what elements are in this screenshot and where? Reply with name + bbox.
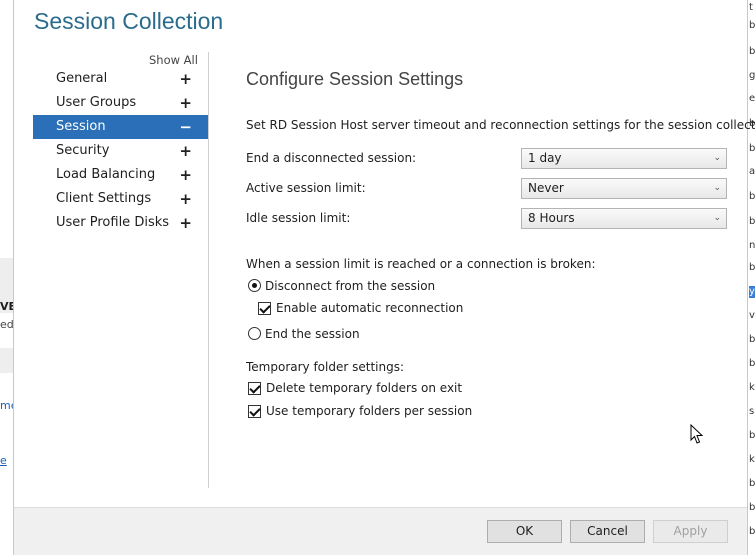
active-limit-label: Active session limit: [246,181,366,195]
apply-button[interactable]: Apply [653,520,728,543]
settings-nav: General + User Groups + Session − Securi… [33,67,208,235]
ok-button[interactable]: OK [487,520,562,543]
chevron-down-icon: ⌄ [713,183,721,193]
background-text: b [749,526,755,537]
session-collection-dialog: Session Collection Show All General + Us… [14,0,755,555]
select-value: 1 day [528,151,562,165]
nav-item-security[interactable]: Security + [33,139,208,163]
idle-limit-select[interactable]: 8 Hours ⌄ [521,208,727,229]
background-text: g [749,70,755,81]
nav-item-general[interactable]: General + [33,67,208,91]
nav-item-load-balancing[interactable]: Load Balancing + [33,163,208,187]
collapse-minus-icon[interactable]: − [179,115,192,139]
dialog-footer: OK Cancel Apply [14,507,747,555]
active-limit-select[interactable]: Never ⌄ [521,178,727,199]
cancel-button[interactable]: Cancel [570,520,645,543]
background-text: b [749,216,755,227]
expand-plus-icon[interactable]: + [179,187,192,211]
nav-item-label: General [56,71,108,86]
nav-item-label: Security [56,143,110,158]
background-text: b [749,46,755,57]
expand-plus-icon[interactable]: + [179,91,192,115]
nav-item-label: Load Balancing [56,167,156,182]
nav-item-client-settings[interactable]: Client Settings + [33,187,208,211]
expand-plus-icon[interactable]: + [179,163,192,187]
background-text: ar [749,166,755,177]
dialog-title: Session Collection [34,8,224,34]
disconnect-label[interactable]: Disconnect from the session [265,279,435,293]
temp-folder-heading: Temporary folder settings: [246,360,405,374]
background-link[interactable]: e [0,454,7,467]
select-value: Never [528,181,564,195]
nav-item-label: User Profile Disks [56,215,170,230]
nav-item-user-groups[interactable]: User Groups + [33,91,208,115]
show-all-link[interactable]: Show All [149,53,198,67]
end-disconnected-select[interactable]: 1 day ⌄ [521,148,727,169]
section-title: Configure Session Settings [246,69,464,89]
nav-item-label: Session [56,119,106,134]
background-text: b [749,334,755,345]
background-window-right: t b b g e b b ar b b ne b y vi b b ko sa… [747,0,755,555]
background-text: b [749,502,755,513]
background-text: VE [0,300,13,313]
end-session-label[interactable]: End the session [265,327,360,341]
select-value: 8 Hours [528,211,575,225]
delete-temp-checkbox[interactable] [248,382,261,395]
background-text: kc [749,454,755,465]
nav-item-session[interactable]: Session − [33,115,208,139]
background-text: sa [749,406,755,417]
section-description: Set RD Session Host server timeout and r… [246,118,755,132]
auto-reconnect-checkbox[interactable] [258,302,271,315]
background-text: ed [0,318,14,331]
idle-limit-label: Idle session limit: [246,211,351,225]
expand-plus-icon[interactable]: + [179,139,192,163]
background-link[interactable]: me [0,399,13,412]
expand-plus-icon[interactable]: + [179,211,192,235]
mouse-pointer-icon [690,424,704,444]
use-temp-checkbox[interactable] [248,405,261,418]
background-text: e [749,93,755,104]
background-selected-text: y [749,286,755,298]
background-text: b [749,20,755,31]
disconnect-radio[interactable] [248,279,261,292]
background-band [0,348,13,373]
nav-item-label: User Groups [56,95,137,110]
chevron-down-icon: ⌄ [713,153,721,163]
background-text: b [749,430,755,441]
nav-divider [208,52,209,488]
end-session-radio[interactable] [248,327,261,340]
background-text: ne [749,240,755,251]
limit-heading: When a session limit is reached or a con… [246,257,596,271]
background-text: b [749,262,755,273]
background-text: t [749,2,753,13]
expand-plus-icon[interactable]: + [179,67,192,91]
background-text: ko [749,382,755,393]
background-text: b [749,478,755,489]
background-window-left: VE ed me e [0,0,14,555]
end-disconnected-label: End a disconnected session: [246,151,417,165]
delete-temp-label[interactable]: Delete temporary folders on exit [266,381,462,395]
background-text: b [749,143,755,154]
background-text: b [749,358,755,369]
use-temp-label[interactable]: Use temporary folders per session [266,404,472,418]
background-text: b [749,191,755,202]
chevron-down-icon: ⌄ [713,213,721,223]
nav-item-user-profile-disks[interactable]: User Profile Disks + [33,211,208,235]
nav-item-label: Client Settings [56,191,152,206]
background-text: vi [749,310,755,321]
auto-reconnect-label[interactable]: Enable automatic reconnection [276,301,463,315]
